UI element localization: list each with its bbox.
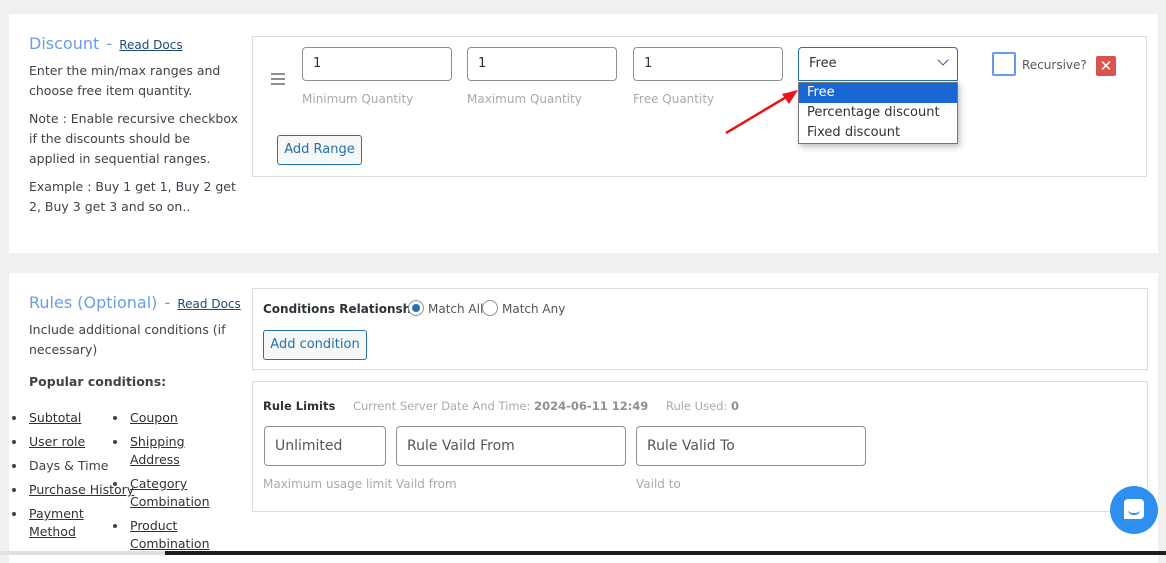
condition-link-product-combination[interactable]: Product Combination (130, 518, 210, 551)
discount-title-text: Discount (29, 34, 100, 53)
condition-link-coupon[interactable]: Coupon (130, 410, 178, 425)
discount-type-selected: Free (809, 56, 837, 71)
list-item: Shipping Address (110, 433, 190, 469)
remove-range-button[interactable]: ✕ (1096, 56, 1116, 76)
rule-used: Rule Used: 0 (666, 399, 739, 413)
minimum-quantity-label: Minimum Quantity (302, 92, 414, 106)
minimum-quantity-input[interactable]: 1 (302, 47, 452, 81)
rule-valid-from-input[interactable]: Rule Vaild From (396, 426, 626, 466)
list-item: Category Combination (110, 475, 220, 511)
annotation-arrow-icon (725, 90, 798, 135)
condition-link-user-role[interactable]: User role (29, 434, 85, 449)
valid-from-label: Vaild from (396, 477, 457, 491)
free-quantity-input[interactable]: 1 (633, 47, 783, 81)
server-time: Current Server Date And Time: 2024-06-11… (353, 399, 648, 413)
discount-description: Enter the min/max ranges and choose free… (29, 63, 221, 98)
conditions-panel: Conditions Relationship Match All Match … (252, 288, 1148, 370)
add-condition-button[interactable]: Add condition (263, 330, 367, 360)
discount-note: Note : Enable recursive checkbox if the … (29, 111, 239, 166)
discount-type-dropdown: Free Percentage discount Fixed discount (798, 82, 958, 144)
match-all-radio[interactable] (408, 300, 424, 316)
server-time-value: 2024-06-11 12:49 (534, 399, 649, 413)
rule-limits-panel: Rule Limits Current Server Date And Time… (252, 381, 1148, 512)
close-icon: ✕ (1099, 57, 1113, 75)
chevron-down-icon (937, 54, 949, 66)
popular-conditions-label: Popular conditions: (29, 374, 167, 389)
recursive-checkbox[interactable] (992, 52, 1016, 76)
title-dash: - (106, 34, 113, 53)
chat-bubble-icon (1124, 499, 1144, 519)
range-panel: 1 Minimum Quantity 1 Maximum Quantity 1 … (252, 36, 1147, 177)
discount-example: Example : Buy 1 get 1, Buy 2 get 2, Buy … (29, 179, 236, 214)
discount-type-select[interactable]: Free (798, 47, 958, 81)
condition-link-shipping-address[interactable]: Shipping Address (130, 434, 185, 467)
conditions-relationship-label: Conditions Relationship (263, 302, 424, 316)
maximum-quantity-input[interactable]: 1 (467, 47, 617, 81)
valid-to-label: Vaild to (636, 477, 681, 491)
match-any-label: Match Any (502, 302, 566, 316)
free-quantity-label: Free Quantity (633, 92, 715, 106)
rules-read-docs-link[interactable]: Read Docs (177, 297, 240, 311)
rule-limits-title: Rule Limits (263, 399, 336, 413)
recursive-label: Recursive? (1022, 58, 1087, 72)
match-any-radio[interactable] (482, 300, 498, 316)
maximum-usage-input[interactable]: Unlimited (264, 426, 386, 466)
rules-card: Rules (Optional) - Read Docs Include add… (9, 273, 1158, 563)
rules-title-text: Rules (Optional) (29, 293, 158, 312)
list-item: Product Combination (110, 517, 220, 553)
drag-handle-icon[interactable] (271, 73, 285, 88)
discount-card: Discount - Read Docs Enter the min/max r… (9, 14, 1158, 253)
rule-valid-to-input[interactable]: Rule Valid To (636, 426, 866, 466)
discount-read-docs-link[interactable]: Read Docs (119, 38, 182, 52)
discount-title: Discount - Read Docs (29, 34, 239, 53)
condition-link-subtotal[interactable]: Subtotal (29, 410, 81, 425)
discount-sidebar: Discount - Read Docs Enter the min/max r… (29, 34, 239, 217)
list-item: Payment Method (9, 505, 89, 541)
condition-link-category-combination[interactable]: Category Combination (130, 476, 210, 509)
bottom-bar (0, 551, 1166, 555)
option-percentage-discount[interactable]: Percentage discount (799, 103, 957, 123)
option-fixed-discount[interactable]: Fixed discount (799, 123, 957, 143)
list-item: Coupon (110, 409, 220, 427)
title-dash: - (164, 293, 171, 312)
option-free[interactable]: Free (799, 83, 957, 103)
chat-button[interactable] (1110, 486, 1158, 534)
rule-used-value: 0 (730, 399, 739, 413)
maximum-usage-label: Maximum usage limit (263, 477, 393, 491)
maximum-quantity-label: Maximum Quantity (467, 92, 582, 106)
rule-used-label: Rule Used: (665, 399, 728, 413)
server-time-label: Current Server Date And Time: (352, 399, 531, 413)
rules-description: Include additional conditions (if necess… (29, 322, 226, 357)
condition-link-payment-method[interactable]: Payment Method (29, 506, 84, 539)
add-range-button[interactable]: Add Range (277, 135, 362, 165)
popular-conditions-list-2: Coupon Shipping Address Category Combina… (110, 409, 220, 559)
rule-limits-header: Rule Limits Current Server Date And Time… (263, 399, 739, 413)
match-all-label: Match All (428, 302, 484, 316)
rules-title: Rules (Optional) - Read Docs (29, 293, 241, 312)
rules-sidebar: Rules (Optional) - Read Docs Include add… (29, 293, 241, 392)
condition-days-time: Days & Time (29, 458, 109, 473)
